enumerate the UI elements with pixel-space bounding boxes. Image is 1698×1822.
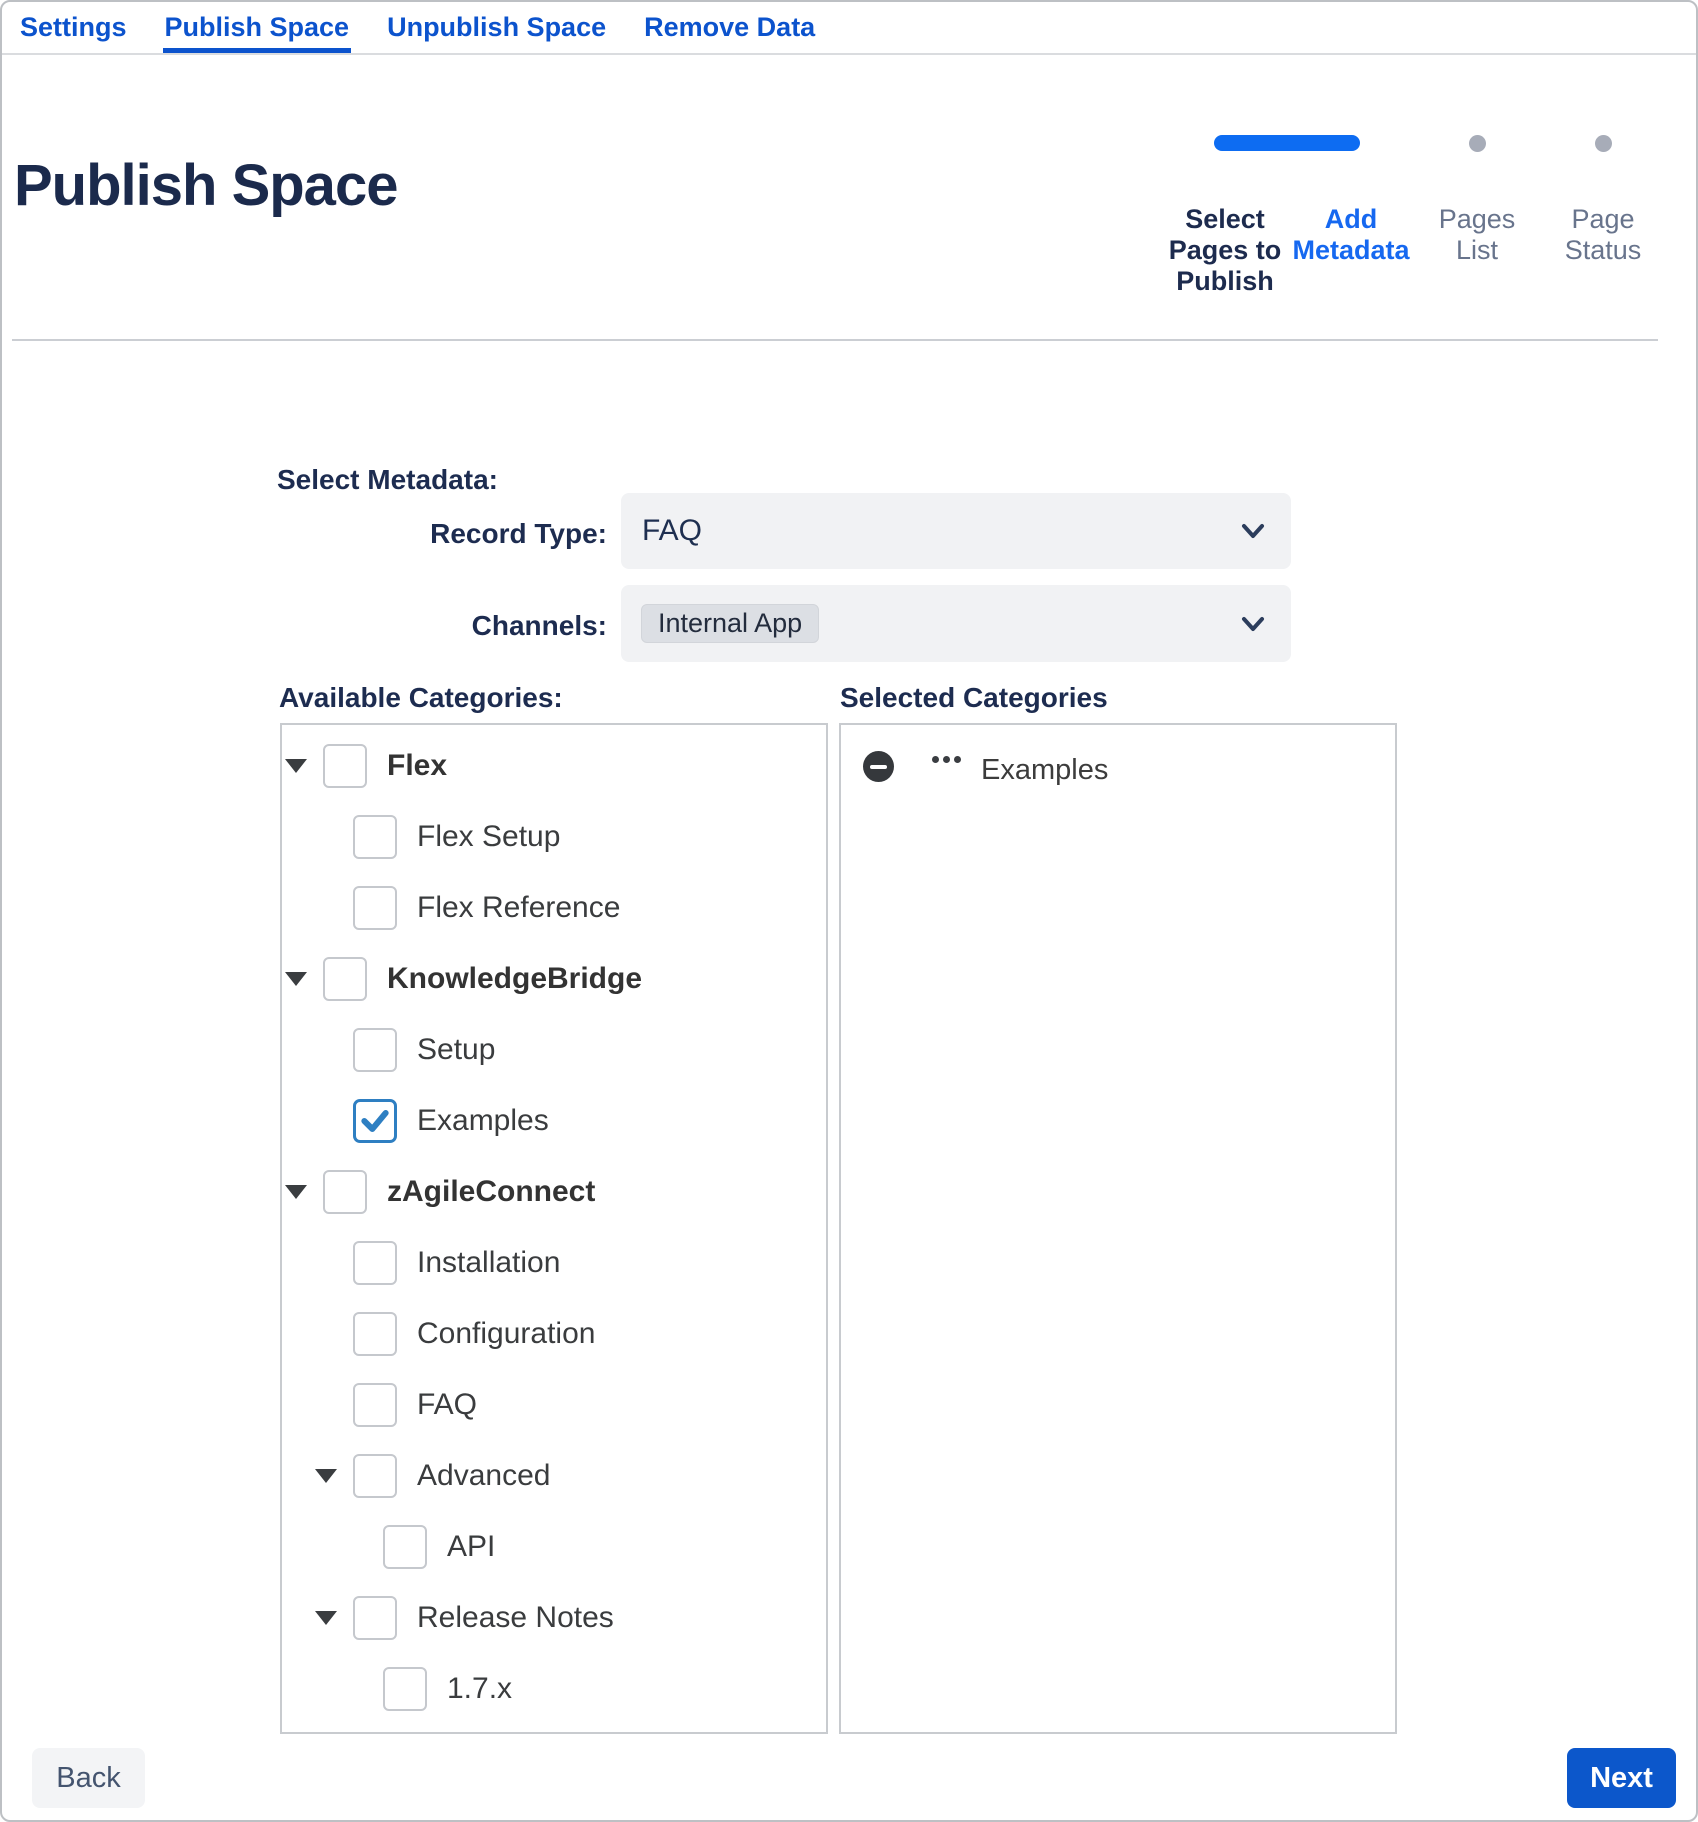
checkmark-icon bbox=[359, 1105, 391, 1137]
chevron-down-icon bbox=[1241, 523, 1265, 539]
step-progress-pill bbox=[1214, 135, 1360, 151]
category-label: Advanced bbox=[417, 1459, 550, 1493]
publish-space-app: Settings Publish Space Unpublish Space Remo… bbox=[0, 0, 1698, 1822]
caret-down-icon[interactable] bbox=[285, 972, 307, 986]
selected-categories-heading: Selected Categories bbox=[840, 682, 1108, 714]
category-label: Setup bbox=[417, 1033, 495, 1067]
caret-down-icon[interactable] bbox=[315, 1469, 337, 1483]
category-row-setup: Setup bbox=[282, 1014, 826, 1085]
category-row-advanced: Advanced bbox=[282, 1440, 826, 1511]
drag-handle-icon[interactable] bbox=[932, 756, 961, 763]
selected-category-row: Examples bbox=[841, 725, 1395, 783]
category-label: KnowledgeBridge bbox=[387, 962, 642, 996]
available-categories-panel: Flex Flex Setup Flex Reference bbox=[280, 723, 828, 1734]
category-label: Installation bbox=[417, 1246, 560, 1280]
category-checkbox-faq[interactable] bbox=[353, 1383, 397, 1427]
category-row-1-7-x: 1.7.x bbox=[282, 1653, 826, 1724]
channel-tag-internal-app: Internal App bbox=[641, 604, 819, 643]
stepper-indicators bbox=[1162, 135, 1666, 151]
remove-icon[interactable] bbox=[863, 751, 894, 782]
category-checkbox-knowledgebridge[interactable] bbox=[323, 957, 367, 1001]
category-checkbox-configuration[interactable] bbox=[353, 1312, 397, 1356]
category-row-examples: Examples bbox=[282, 1085, 826, 1156]
category-checkbox-flex-setup[interactable] bbox=[353, 815, 397, 859]
record-type-select[interactable]: FAQ bbox=[621, 493, 1291, 569]
category-checkbox-release-notes[interactable] bbox=[353, 1596, 397, 1640]
next-button[interactable]: Next bbox=[1567, 1748, 1676, 1808]
category-row-flex-setup: Flex Setup bbox=[282, 801, 826, 872]
category-label: Flex bbox=[387, 749, 447, 783]
chevron-down-icon bbox=[1241, 616, 1265, 632]
category-checkbox-zagileconnect[interactable] bbox=[323, 1170, 367, 1214]
caret-down-icon[interactable] bbox=[285, 1185, 307, 1199]
category-checkbox-advanced[interactable] bbox=[353, 1454, 397, 1498]
step-indicator-pages-list bbox=[1414, 135, 1540, 152]
category-row-installation: Installation bbox=[282, 1227, 826, 1298]
category-label: Flex Reference bbox=[417, 891, 620, 925]
category-label: Configuration bbox=[417, 1317, 595, 1351]
category-row-release-notes: Release Notes bbox=[282, 1582, 826, 1653]
channels-label: Channels: bbox=[277, 610, 607, 642]
category-checkbox-examples[interactable] bbox=[353, 1099, 397, 1143]
category-row-faq: FAQ bbox=[282, 1369, 826, 1440]
select-metadata-label: Select Metadata: bbox=[277, 464, 498, 496]
category-checkbox-flex[interactable] bbox=[323, 744, 367, 788]
selected-category-label: Examples bbox=[981, 754, 1108, 787]
category-row-api: API bbox=[282, 1511, 826, 1582]
tab-publish-space[interactable]: Publish Space bbox=[163, 2, 352, 53]
category-label: 1.7.x bbox=[447, 1672, 512, 1706]
back-button[interactable]: Back bbox=[32, 1748, 145, 1808]
available-categories-heading: Available Categories: bbox=[279, 682, 563, 714]
category-row-configuration: Configuration bbox=[282, 1298, 826, 1369]
category-label: API bbox=[447, 1530, 495, 1564]
category-label: FAQ bbox=[417, 1388, 477, 1422]
step-label-select-pages-to-publish: Select Pages to Publish bbox=[1162, 204, 1288, 297]
caret-down-icon[interactable] bbox=[285, 759, 307, 773]
step-label-pages-list: Pages List bbox=[1414, 204, 1540, 297]
top-tab-bar: Settings Publish Space Unpublish Space Remo… bbox=[2, 2, 1696, 55]
category-row-flex: Flex bbox=[282, 730, 826, 801]
category-checkbox-flex-reference[interactable] bbox=[353, 886, 397, 930]
channels-select[interactable]: Internal App bbox=[621, 585, 1291, 662]
category-label: Examples bbox=[417, 1104, 549, 1138]
step-label-add-metadata: Add Metadata bbox=[1288, 204, 1414, 297]
category-label: Flex Setup bbox=[417, 820, 560, 854]
record-type-label: Record Type: bbox=[277, 518, 607, 550]
category-checkbox-1-7-x[interactable] bbox=[383, 1667, 427, 1711]
category-row-zagileconnect: zAgileConnect bbox=[282, 1156, 826, 1227]
category-label: zAgileConnect bbox=[387, 1175, 595, 1209]
category-row-flex-reference: Flex Reference bbox=[282, 872, 826, 943]
step-dot bbox=[1469, 135, 1486, 152]
header-divider bbox=[12, 339, 1658, 341]
category-checkbox-api[interactable] bbox=[383, 1525, 427, 1569]
category-row-knowledgebridge: KnowledgeBridge bbox=[282, 943, 826, 1014]
tab-settings[interactable]: Settings bbox=[18, 2, 129, 53]
wizard-stepper: Select Pages to PublishAdd MetadataPages… bbox=[1162, 135, 1666, 297]
record-type-value: FAQ bbox=[642, 514, 702, 548]
step-indicator-page-status bbox=[1540, 135, 1666, 152]
tab-remove-data[interactable]: Remove Data bbox=[642, 2, 817, 53]
category-checkbox-setup[interactable] bbox=[353, 1028, 397, 1072]
step-dot bbox=[1595, 135, 1612, 152]
category-checkbox-installation[interactable] bbox=[353, 1241, 397, 1285]
tab-unpublish-space[interactable]: Unpublish Space bbox=[385, 2, 608, 53]
page-title: Publish Space bbox=[14, 152, 397, 219]
step-label-page-status: Page Status bbox=[1540, 204, 1666, 297]
caret-down-icon[interactable] bbox=[315, 1611, 337, 1625]
category-label: Release Notes bbox=[417, 1601, 614, 1635]
selected-categories-panel: Examples bbox=[839, 723, 1397, 1734]
